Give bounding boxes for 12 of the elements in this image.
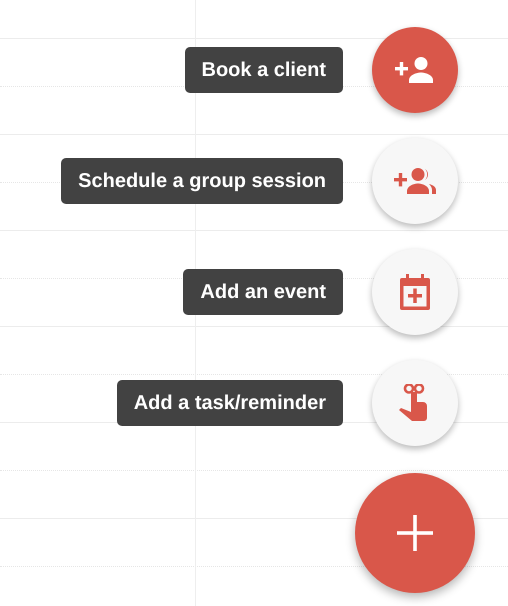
calendar-add-icon [400, 274, 430, 310]
group-add-icon [394, 168, 436, 194]
action-button[interactable] [372, 249, 458, 335]
action-label: Book a client [184, 47, 343, 93]
person-add-icon [395, 57, 435, 83]
action-label: Add a task/reminder [116, 380, 343, 426]
action-label: Add an event [183, 269, 343, 315]
action-label: Schedule a group session [61, 158, 343, 204]
action-button[interactable] [372, 27, 458, 113]
action-button[interactable] [372, 360, 458, 446]
action-button[interactable] [372, 138, 458, 224]
plus-icon [397, 515, 433, 551]
